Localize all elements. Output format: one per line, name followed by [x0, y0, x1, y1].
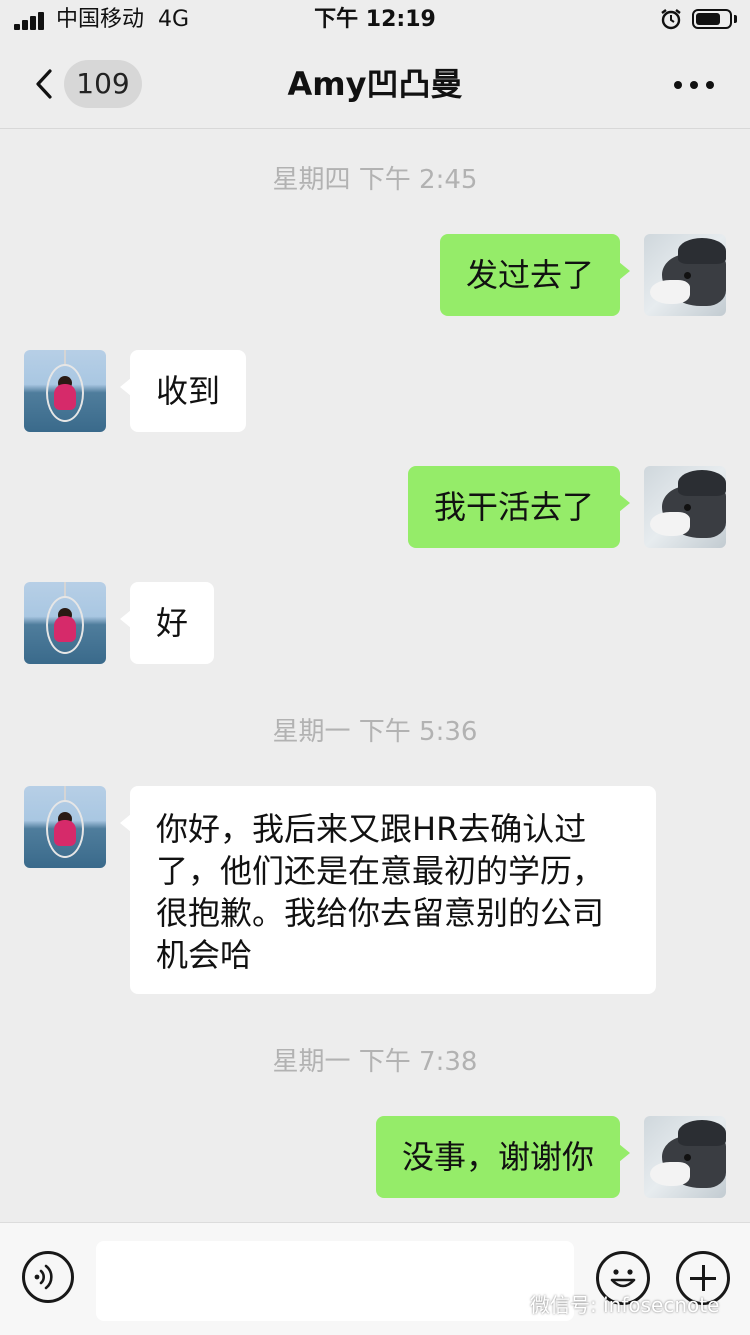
- message-bubble-outgoing[interactable]: 发过去了: [439, 234, 631, 316]
- message-bubble-incoming[interactable]: 收到: [119, 350, 247, 432]
- avatar-contact[interactable]: [24, 350, 106, 432]
- back-button[interactable]: 109: [18, 58, 148, 110]
- message-bubble-outgoing[interactable]: 我干活去了: [407, 466, 631, 548]
- status-bar: 中国移动 4G 下午 12:19: [0, 0, 750, 40]
- chat-input-bar: [0, 1222, 750, 1335]
- message-bubble-outgoing[interactable]: 没事，谢谢你: [375, 1116, 631, 1198]
- chat-header: 109 Amy凹凸曼: [0, 40, 750, 129]
- alarm-clock-icon: [661, 9, 681, 30]
- message-bubble-incoming[interactable]: 你好，我后来又跟HR去确认过了，他们还是在意最初的学历，很抱歉。我给你去留意别的…: [120, 786, 656, 994]
- battery-level: [696, 13, 720, 25]
- timestamp: 星期四 下午 2:45: [272, 165, 478, 195]
- watermark: 微信号: infosecnote: [530, 1293, 720, 1317]
- message-bubble-incoming[interactable]: 好: [119, 582, 215, 664]
- chevron-left-icon: [36, 69, 52, 99]
- unread-count-badge: 109: [64, 60, 142, 108]
- status-time: 下午 12:19: [314, 7, 436, 32]
- voice-icon[interactable]: [22, 1251, 74, 1303]
- timestamp: 星期一 下午 5:36: [272, 717, 478, 747]
- more-dots-icon[interactable]: [668, 64, 720, 104]
- battery-icon: [692, 9, 732, 29]
- message-input[interactable]: [96, 1241, 574, 1321]
- avatar-self[interactable]: [644, 1116, 726, 1198]
- chat-title: Amy凹凸曼: [287, 65, 463, 103]
- avatar-self[interactable]: [644, 234, 726, 316]
- avatar-contact[interactable]: [24, 582, 106, 664]
- avatar-contact[interactable]: [24, 786, 106, 868]
- battery-nub: [734, 15, 737, 23]
- timestamp: 星期一 下午 7:38: [272, 1047, 478, 1077]
- avatar-self[interactable]: [644, 466, 726, 548]
